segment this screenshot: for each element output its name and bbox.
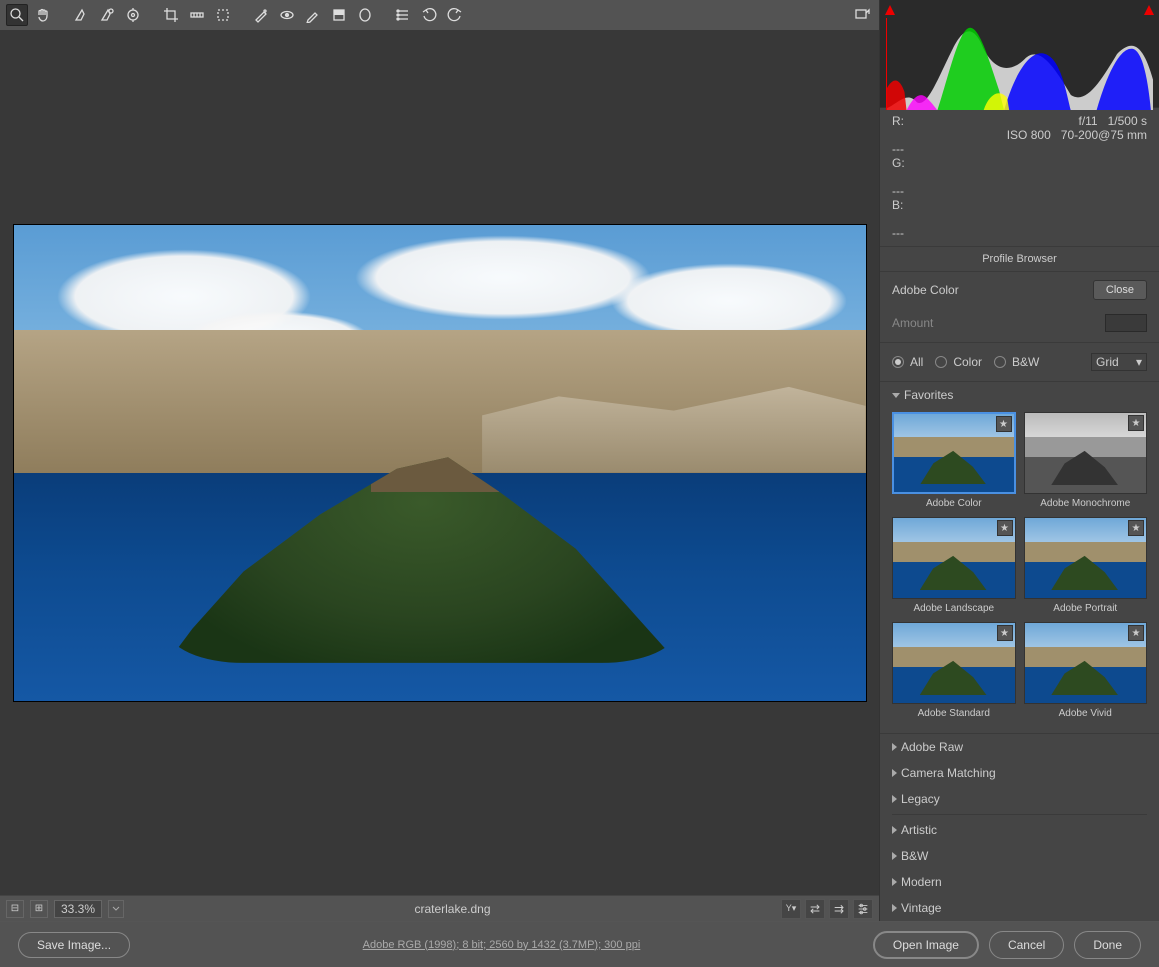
white-balance-tool[interactable] [70, 4, 92, 26]
crop-tool[interactable] [160, 4, 182, 26]
favorites-header[interactable]: Favorites [880, 382, 1159, 408]
filename-label: craterlake.dng [130, 902, 775, 916]
section-legacy[interactable]: Legacy [880, 786, 1159, 812]
status-bar: ⊟ ⊞ 33.3% craterlake.dng Y▾ ⇄ ⇉ [0, 895, 879, 921]
favorite-star-icon[interactable]: ★ [1128, 520, 1144, 536]
profile-thumb-adobe-standard[interactable]: ★Adobe Standard [892, 622, 1016, 719]
right-panel: R: --- G: --- B: --- f/11 1/500 s ISO 80… [879, 0, 1159, 921]
favorite-star-icon[interactable]: ★ [1128, 415, 1144, 431]
profile-thumb-adobe-landscape[interactable]: ★Adobe Landscape [892, 517, 1016, 614]
filter-all-radio[interactable] [892, 356, 904, 368]
cancel-button[interactable]: Cancel [989, 931, 1064, 959]
filter-row: All Color B&W Grid▾ [880, 343, 1159, 382]
exif-readout: f/11 1/500 s ISO 800 70-200@75 mm [962, 114, 1147, 240]
zoom-tool[interactable] [6, 4, 28, 26]
view-select[interactable]: Grid▾ [1091, 353, 1147, 371]
open-image-button[interactable]: Open Image [873, 931, 979, 959]
targeted-adjustment-tool[interactable] [122, 4, 144, 26]
shadow-clip-toggle[interactable]: ⊟ [6, 900, 24, 918]
panel-title: Profile Browser [880, 247, 1159, 272]
graduated-filter-tool[interactable] [328, 4, 350, 26]
favorite-star-icon[interactable]: ★ [997, 520, 1013, 536]
undo-button[interactable] [418, 4, 440, 26]
fullscreen-toggle[interactable] [851, 4, 873, 26]
shadow-clip-warning-icon[interactable] [883, 3, 897, 17]
toolbar [0, 0, 879, 31]
profile-thumb-adobe-monochrome[interactable]: ★Adobe Monochrome [1024, 412, 1148, 509]
zoom-level[interactable]: 33.3% [54, 900, 102, 918]
done-button[interactable]: Done [1074, 931, 1141, 959]
save-image-button[interactable]: Save Image... [18, 932, 130, 958]
red-eye-tool[interactable] [276, 4, 298, 26]
transform-tool[interactable] [212, 4, 234, 26]
workflow-options-link[interactable]: Adobe RGB (1998); 8 bit; 2560 by 1432 (3… [140, 939, 863, 951]
section-artistic[interactable]: Artistic [880, 817, 1159, 843]
profile-thumb-adobe-color[interactable]: ★Adobe Color [892, 412, 1016, 509]
favorites-grid: ★Adobe Color★Adobe Monochrome★Adobe Land… [880, 408, 1159, 729]
redo-button[interactable] [444, 4, 466, 26]
straighten-tool[interactable] [186, 4, 208, 26]
before-after-toggle[interactable]: Y▾ [781, 899, 801, 919]
radial-filter-tool[interactable] [354, 4, 376, 26]
profile-thumb-adobe-portrait[interactable]: ★Adobe Portrait [1024, 517, 1148, 614]
hand-tool[interactable] [32, 4, 54, 26]
presets-icon[interactable] [392, 4, 414, 26]
section-b&w[interactable]: B&W [880, 843, 1159, 869]
info-readout: R: --- G: --- B: --- f/11 1/500 s ISO 80… [880, 108, 1159, 247]
image-preview [13, 224, 867, 702]
section-camera-matching[interactable]: Camera Matching [880, 760, 1159, 786]
section-vintage[interactable]: Vintage [880, 895, 1159, 921]
current-profile-label: Adobe Color [892, 283, 1085, 297]
section-adobe-raw[interactable]: Adobe Raw [880, 734, 1159, 760]
spot-removal-tool[interactable] [250, 4, 272, 26]
filter-color-radio[interactable] [935, 356, 947, 368]
highlight-clip-toggle[interactable]: ⊞ [30, 900, 48, 918]
color-sampler-tool[interactable] [96, 4, 118, 26]
favorite-star-icon[interactable]: ★ [1128, 625, 1144, 641]
favorite-star-icon[interactable]: ★ [997, 625, 1013, 641]
amount-input[interactable] [1105, 314, 1147, 332]
chevron-down-icon: ▾ [1136, 355, 1142, 369]
histogram[interactable] [880, 0, 1159, 108]
canvas-area[interactable] [0, 31, 879, 895]
adjustment-brush-tool[interactable] [302, 4, 324, 26]
preferences-icon[interactable] [853, 899, 873, 919]
highlight-clip-warning-icon[interactable] [1142, 3, 1156, 17]
zoom-dropdown[interactable] [108, 900, 124, 918]
filter-bw-radio[interactable] [994, 356, 1006, 368]
footer: Save Image... Adobe RGB (1998); 8 bit; 2… [0, 921, 1159, 967]
profile-thumb-adobe-vivid[interactable]: ★Adobe Vivid [1024, 622, 1148, 719]
section-modern[interactable]: Modern [880, 869, 1159, 895]
favorite-star-icon[interactable]: ★ [996, 416, 1012, 432]
amount-label: Amount [892, 316, 1097, 330]
swap-view-icon[interactable]: ⇄ [805, 899, 825, 919]
copy-settings-icon[interactable]: ⇉ [829, 899, 849, 919]
close-button[interactable]: Close [1093, 280, 1147, 300]
